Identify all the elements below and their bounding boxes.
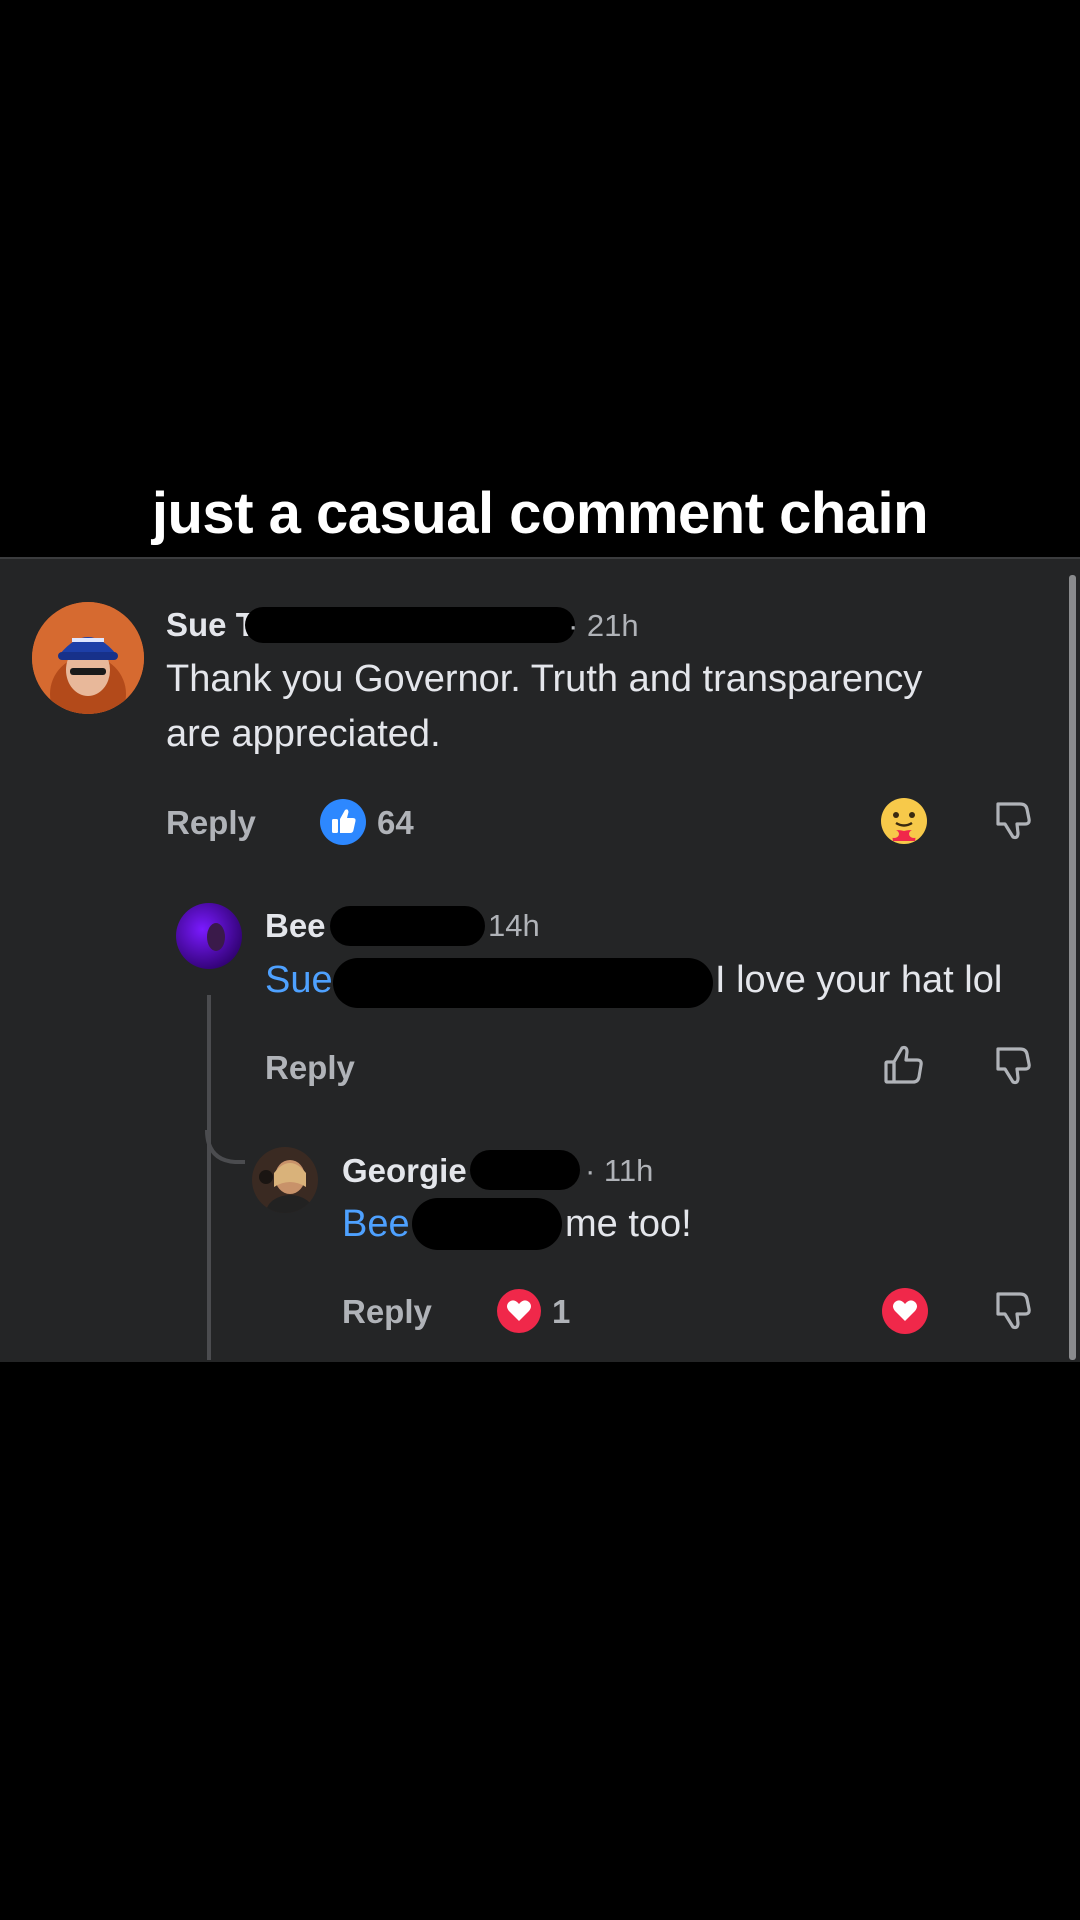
care-emoji-icon[interactable] <box>880 797 928 845</box>
avatar-bee[interactable] <box>176 903 242 969</box>
comment-text: me too! <box>565 1203 692 1245</box>
comment-text-line: Thank you Governor. Truth and transparen… <box>166 658 923 700</box>
comment-author-sue[interactable]: Sue T <box>166 606 256 644</box>
comment-time: 14h <box>488 908 540 943</box>
love-reaction-icon[interactable] <box>497 1289 541 1333</box>
comment-text: I love your hat lol <box>715 959 1003 1001</box>
mention-sue[interactable]: Sue <box>265 959 333 1001</box>
dislike-icon[interactable] <box>990 799 1034 843</box>
comment-text-line: are appreciated. <box>166 713 441 755</box>
mention-link[interactable]: Sue <box>265 953 333 1008</box>
comment-time: · 11h <box>585 1153 654 1188</box>
redaction-bar <box>470 1150 580 1190</box>
reaction-count[interactable]: 1 <box>552 1293 570 1331</box>
comment-text: Thank you Governor. Truth and transparen… <box>166 652 1046 762</box>
thread-connector <box>205 1129 255 1180</box>
mention-bee[interactable]: Bee <box>342 1203 410 1245</box>
like-icon[interactable] <box>882 1043 926 1087</box>
scrollbar[interactable] <box>1069 575 1076 1360</box>
reply-button[interactable]: Reply <box>342 1293 432 1331</box>
author-name[interactable]: Sue <box>166 606 227 643</box>
avatar-georgie[interactable] <box>252 1147 318 1213</box>
avatar-sue[interactable] <box>32 602 144 714</box>
love-reaction-icon[interactable] <box>882 1288 928 1334</box>
redaction-bar <box>245 607 575 643</box>
redaction-bar <box>412 1198 562 1250</box>
reply-button[interactable]: Reply <box>265 1049 355 1087</box>
comment-author-georgie[interactable]: Georgie <box>342 1152 467 1190</box>
comment-author-bee[interactable]: Bee <box>265 907 326 945</box>
video-caption: just a casual comment chain <box>151 481 929 546</box>
comment-time: · 21h <box>568 608 639 643</box>
reaction-count[interactable]: 64 <box>377 804 414 842</box>
redaction-bar <box>333 958 713 1008</box>
dislike-icon[interactable] <box>990 1289 1034 1333</box>
mention-link[interactable]: Bee <box>342 1197 410 1252</box>
redaction-bar <box>330 906 485 946</box>
like-reaction-icon[interactable] <box>320 799 366 845</box>
reply-button[interactable]: Reply <box>166 804 256 842</box>
dislike-icon[interactable] <box>990 1044 1034 1088</box>
